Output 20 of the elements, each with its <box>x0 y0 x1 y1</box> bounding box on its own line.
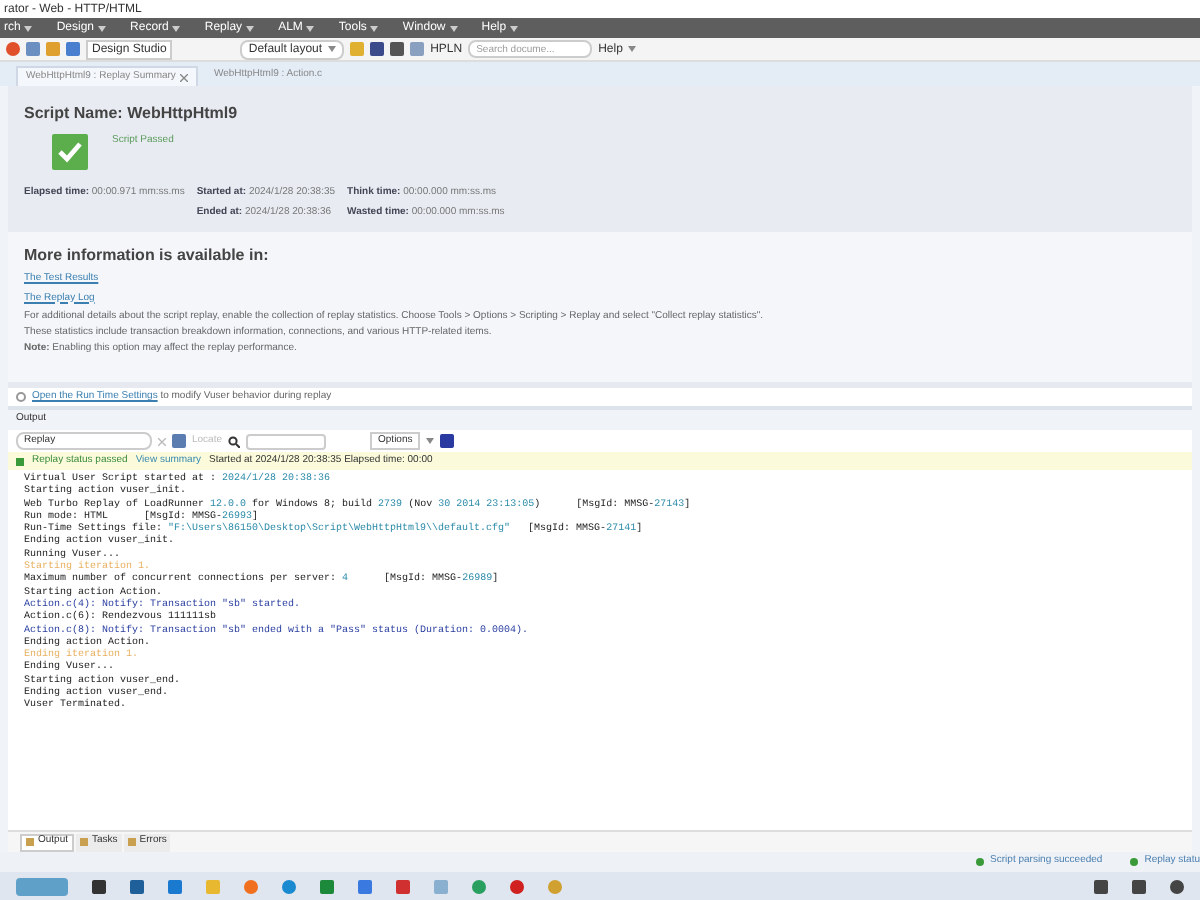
caret-icon[interactable] <box>172 25 181 31</box>
caret-icon[interactable] <box>24 25 33 31</box>
search-icon[interactable] <box>228 435 241 447</box>
section-heading: More information is available in: <box>24 244 271 268</box>
caret-icon[interactable] <box>426 438 435 444</box>
caret-icon[interactable] <box>246 25 255 31</box>
caret-icon[interactable] <box>510 25 519 31</box>
caret-icon[interactable] <box>628 46 637 52</box>
caret-icon[interactable] <box>449 25 458 31</box>
script-name: Script Name: WebHttpHtml9 <box>24 102 240 126</box>
caret-icon[interactable] <box>306 25 315 31</box>
check-icon <box>52 134 88 170</box>
clear-icon[interactable] <box>158 437 166 445</box>
caret-icon[interactable] <box>370 25 379 31</box>
passed-icon <box>16 457 24 465</box>
find-field[interactable] <box>246 433 327 449</box>
caret-icon[interactable] <box>328 46 337 52</box>
info-icon <box>16 392 26 402</box>
caret-icon[interactable] <box>98 25 107 31</box>
close-icon[interactable] <box>179 73 188 81</box>
